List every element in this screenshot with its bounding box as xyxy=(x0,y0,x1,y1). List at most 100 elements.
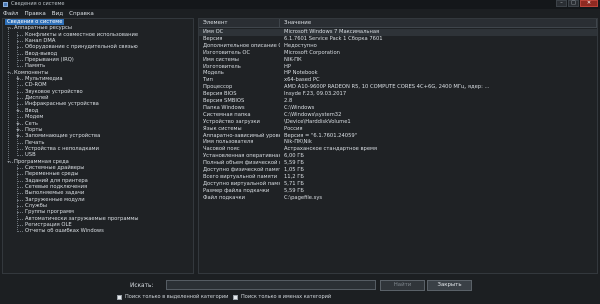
tree-connector xyxy=(17,174,23,176)
cell-value: NIK-ПК xyxy=(284,56,302,63)
tree-connector xyxy=(17,98,23,100)
tree-connector xyxy=(17,53,23,55)
tree-connector xyxy=(17,60,23,62)
close-find-button[interactable]: Закрыть xyxy=(427,280,472,291)
table-row[interactable]: Процессор AMD A10-9600P RADEON R5, 10 COM… xyxy=(199,84,597,91)
cell-item: Язык системы xyxy=(203,125,242,132)
table-row[interactable]: Дополнительное описание ОС Недоступно xyxy=(199,43,597,50)
cell-value: Недоступно xyxy=(284,42,317,49)
menu-file[interactable]: Файл xyxy=(3,11,18,17)
table-header: Элемент Значение xyxy=(199,19,597,28)
search-selected-category-option[interactable]: Поиск только в выделенной категории xyxy=(117,294,228,300)
menu-edit[interactable]: Правка xyxy=(24,11,45,17)
table-row[interactable]: Версия SMBIOS 2.8 xyxy=(199,98,597,105)
search-selected-category-checkbox[interactable] xyxy=(117,294,122,300)
cell-value: Microsoft Windows 7 Максимальная xyxy=(284,29,380,35)
cell-item: Имя ОС xyxy=(203,29,224,35)
tree-connector xyxy=(17,218,23,220)
find-label: Искать: xyxy=(130,283,154,289)
tree-connector xyxy=(17,117,23,119)
table-row[interactable]: Файл подкачки C:\pagefile.sys xyxy=(199,195,597,202)
cell-value: Nik-ПК\Nik xyxy=(284,139,312,146)
cell-value: Insyde F.23, 09.03.2017 xyxy=(284,91,347,98)
cell-item: Часовой пояс xyxy=(203,146,240,153)
table-row[interactable]: Изготовитель HP xyxy=(199,64,597,71)
table-row[interactable]: Имя пользователя Nik-ПК\Nik xyxy=(199,139,597,146)
table-row[interactable]: Имя ОС Microsoft Windows 7 Максимальная xyxy=(199,29,597,36)
table-row[interactable]: Часовой пояс Астраханское стандартное вре… xyxy=(199,146,597,153)
table-row[interactable]: Доступно физической памяти 1,05 ГБ xyxy=(199,167,597,174)
cell-item: Устройство загрузки xyxy=(203,118,260,125)
find-input[interactable] xyxy=(166,280,376,290)
cell-value: Microsoft Corporation xyxy=(284,49,340,56)
table-row[interactable]: Изготовитель ОС Microsoft Corporation xyxy=(199,50,597,57)
table-row[interactable]: Версия BIOS Insyde F.23, 09.03.2017 xyxy=(199,91,597,98)
maximize-button[interactable]: □ xyxy=(568,0,579,7)
cell-value: C:\Windows xyxy=(284,104,315,111)
cell-item: Всего виртуальной памяти xyxy=(203,173,278,180)
minimize-button[interactable]: – xyxy=(556,0,567,7)
tree-connector xyxy=(17,91,23,93)
tree-connector xyxy=(17,167,23,169)
table-row[interactable]: Устройство загрузки \Device\HarddiskVolum… xyxy=(199,119,597,126)
cell-value: \Device\HarddiskVolume1 xyxy=(284,118,351,125)
table-row[interactable]: Полный объем физической па... 5,59 ГБ xyxy=(199,160,597,167)
cell-item: Размер файла подкачки xyxy=(203,187,270,194)
table-row[interactable]: Имя системы NIK-ПК xyxy=(199,57,597,64)
cell-item: Системная папка xyxy=(203,111,251,118)
cell-item: Версия BIOS xyxy=(203,91,237,98)
table-row[interactable]: Версия 6.1.7601 Service Pack 1 Сборка 760… xyxy=(199,36,597,43)
close-window-button[interactable]: ✕ xyxy=(580,0,598,7)
cell-item: Аппаратно-зависимый уровен... xyxy=(203,132,280,139)
cell-item: Изготовитель xyxy=(203,63,241,70)
tree-item[interactable]: Отчеты об ошибках Windows xyxy=(3,228,193,234)
cell-value: AMD A10-9600P RADEON R5, 10 COMPUTE CORE… xyxy=(284,84,490,91)
tree-connector xyxy=(17,66,23,68)
window-controls: – □ ✕ xyxy=(555,0,598,8)
cell-value: 6,00 ГБ xyxy=(284,153,304,160)
tree-connector xyxy=(17,205,23,207)
table-row[interactable]: Папка Windows C:\Windows xyxy=(199,105,597,112)
system-info-app-icon xyxy=(3,2,8,7)
menu-view[interactable]: Вид xyxy=(52,11,63,17)
tree-connector xyxy=(17,180,23,182)
cell-item: Файл подкачки xyxy=(203,194,246,201)
table-row[interactable]: Модель HP Notebook xyxy=(199,70,597,77)
tree-connector xyxy=(17,41,23,43)
tree-connector xyxy=(17,199,23,201)
table-row[interactable]: Аппаратно-зависимый уровен... Версия = "6… xyxy=(199,133,597,140)
tree-connector xyxy=(17,148,23,150)
cell-value: 6.1.7601 Service Pack 1 Сборка 7601 xyxy=(284,35,383,42)
table-row[interactable]: Доступно виртуальной памяти 5,71 ГБ xyxy=(199,181,597,188)
table-row[interactable]: Всего виртуальной памяти 11,2 ГБ xyxy=(199,174,597,181)
search-category-names-option[interactable]: Поиск только в именах категорий xyxy=(233,294,331,300)
cell-value: 2.8 xyxy=(284,98,293,104)
search-category-names-checkbox[interactable] xyxy=(233,294,238,300)
find-bar: Искать: Найти Закрыть Поиск только в выд… xyxy=(0,276,600,304)
table-row[interactable]: Тип x64-based PC xyxy=(199,77,597,84)
tree-connector xyxy=(17,47,23,49)
search-category-names-label: Поиск только в именах категорий xyxy=(241,294,332,300)
details-table: Элемент Значение Имя ОС Microsoft Windows… xyxy=(198,18,598,274)
category-tree[interactable]: Сведения о системе − Аппаратные ресурсы Кон… xyxy=(2,18,194,274)
table-row[interactable]: Язык системы Россия xyxy=(199,126,597,133)
cell-value: Россия xyxy=(284,125,303,132)
cell-item: Имя системы xyxy=(203,56,239,63)
tree-connector xyxy=(17,225,23,226)
cell-value: 5,71 ГБ xyxy=(284,180,304,187)
menu-help[interactable]: Справка xyxy=(69,11,94,17)
tree-connector xyxy=(17,104,23,106)
column-header-item[interactable]: Элемент xyxy=(199,19,280,27)
cell-item: Тип xyxy=(203,77,213,84)
column-header-value[interactable]: Значение xyxy=(280,19,597,27)
table-row[interactable]: Установленная оперативная п... 6,00 ГБ xyxy=(199,153,597,160)
cell-value: Версия = "6.1.7601.24059" xyxy=(284,132,358,139)
table-row[interactable]: Размер файла подкачки 5,59 ГБ xyxy=(199,188,597,195)
tree-connector xyxy=(17,85,23,87)
cell-value: 11,2 ГБ xyxy=(284,173,304,180)
cell-item: Версия xyxy=(203,35,223,42)
cell-item: Процессор xyxy=(203,84,233,91)
find-button[interactable]: Найти xyxy=(380,280,425,291)
table-row[interactable]: Системная папка C:\Windows\system32 xyxy=(199,112,597,119)
tree-connector xyxy=(17,186,23,188)
